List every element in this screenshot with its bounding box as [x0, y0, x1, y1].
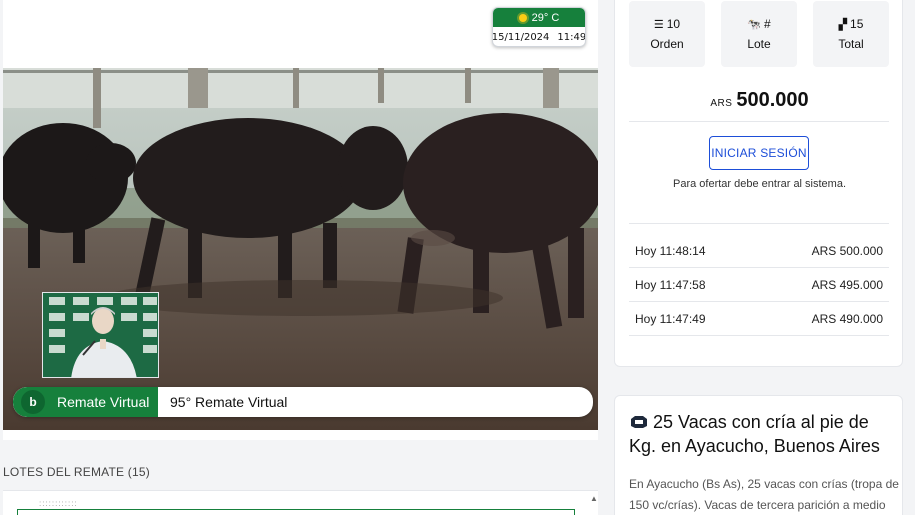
- lot-info-card: 25 Vacas con cría al pie de Kg. en Ayacu…: [614, 395, 903, 515]
- date-label: 15/11/2024: [492, 32, 550, 43]
- divider: [629, 121, 889, 122]
- time-label: 11:49: [557, 32, 586, 43]
- lot-title-block: 25 Vacas con cría al pie de Kg. en Ayacu…: [629, 410, 894, 458]
- temperature-label: 29° C: [531, 11, 560, 24]
- stat-lot-label: Lote: [747, 37, 771, 51]
- cubes-icon: ▞: [838, 18, 848, 31]
- lots-section-title: LOTES DEL REMATE (15): [3, 465, 150, 479]
- bid-time: Hoy 11:47:49: [635, 311, 706, 326]
- brand-label: Remate Virtual: [57, 394, 150, 410]
- weather-temperature-bar: 29° C: [493, 8, 585, 27]
- stat-order-label: Orden: [650, 37, 684, 51]
- login-note: Para ofertar debe entrar al sistema.: [672, 178, 847, 190]
- live-video-player[interactable]: 29° C 15/11/2024 11:49 b Remate Virtual …: [3, 0, 598, 440]
- lot-description: En Ayacucho (Bs As), 25 vacas con crías …: [629, 477, 899, 512]
- lot-title: 25 Vacas con cría al pie de Kg. en Ayacu…: [629, 412, 880, 456]
- stat-lot-value: #: [764, 17, 771, 31]
- bidding-panel: ☰ 10 Orden 🐄 # Lote ▞ 15 Total ARS 500.00…: [614, 0, 903, 367]
- bid-amount: ARS 495.000: [811, 277, 883, 292]
- bid-amount: ARS 500.000: [811, 243, 883, 258]
- auction-ticker-bar: b Remate Virtual 95° Remate Virtual: [13, 387, 593, 417]
- stat-lot: 🐄 # Lote: [721, 1, 797, 67]
- lot-item-frame[interactable]: [17, 509, 575, 515]
- cow-icon: [631, 416, 647, 428]
- current-price: ARS 500.000: [615, 89, 904, 112]
- stat-order-value: 10: [666, 17, 681, 31]
- login-button[interactable]: INICIAR SESIÓN: [709, 136, 809, 170]
- bid-time: Hoy 11:48:14: [635, 243, 706, 258]
- presenter-image: [43, 293, 158, 377]
- stat-order: ☰ 10 Orden: [629, 1, 705, 67]
- stat-total-value: 15: [850, 17, 864, 31]
- event-title: 95° Remate Virtual: [170, 394, 288, 410]
- cow-icon: 🐄: [747, 18, 761, 31]
- scroll-up-arrow-icon[interactable]: ▲: [590, 494, 598, 503]
- bid-history-list: Hoy 11:48:14 ARS 500.000 Hoy 11:47:58 AR…: [629, 234, 889, 336]
- list-icon: ☰: [653, 18, 664, 31]
- sun-icon: [518, 13, 527, 22]
- loading-dots: ::::::::::::: [39, 499, 78, 508]
- brand-tag: b Remate Virtual: [13, 387, 158, 417]
- stat-total: ▞ 15 Total: [813, 1, 889, 67]
- bid-history-row: Hoy 11:47:49 ARS 490.000: [629, 302, 889, 336]
- divider: [629, 223, 889, 224]
- lots-list-panel[interactable]: :::::::::::: ▲: [3, 490, 598, 515]
- weather-datetime: 15/11/2024 11:49: [492, 27, 586, 46]
- price-currency: ARS: [710, 98, 733, 109]
- bid-history-row: Hoy 11:47:58 ARS 495.000: [629, 268, 889, 302]
- presenter-video-inset: [42, 292, 159, 378]
- bid-history-row: Hoy 11:48:14 ARS 500.000: [629, 234, 889, 268]
- auction-page: 29° C 15/11/2024 11:49 b Remate Virtual …: [0, 0, 915, 515]
- price-amount: 500.000: [736, 89, 809, 111]
- bid-amount: ARS 490.000: [811, 311, 883, 326]
- weather-widget: 29° C 15/11/2024 11:49: [492, 7, 586, 47]
- brand-logo-icon: b: [21, 390, 45, 414]
- bid-time: Hoy 11:47:58: [635, 277, 706, 292]
- stat-total-label: Total: [838, 37, 864, 51]
